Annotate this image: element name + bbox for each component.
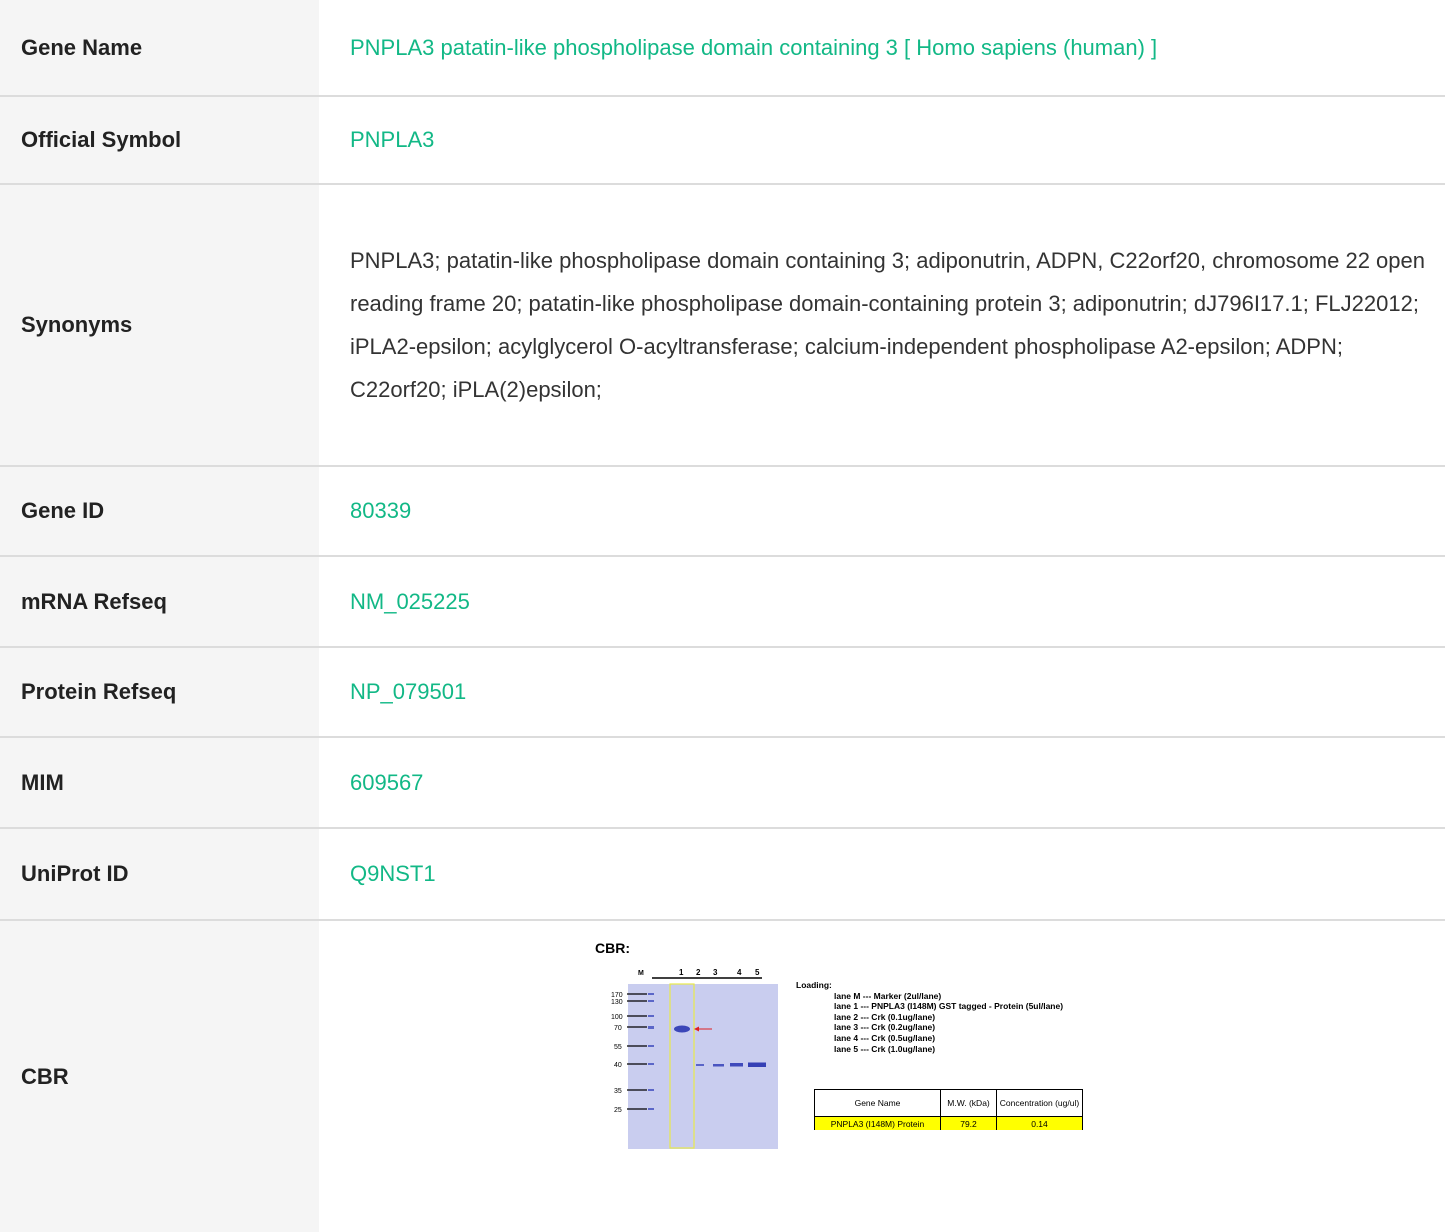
lane4-band bbox=[730, 1063, 743, 1067]
row-mrna-refseq: mRNA Refseq NM_025225 bbox=[0, 556, 1445, 648]
synonyms-text: PNPLA3; patatin-like phospholipase domai… bbox=[350, 248, 1425, 402]
lane-label-4: 4 bbox=[737, 968, 742, 977]
mim-label: MIM bbox=[0, 737, 319, 829]
lane-label-5: 5 bbox=[755, 968, 760, 977]
loading-line-3: lane 3 --- Crk (0.2ug/lane) bbox=[834, 1022, 936, 1033]
lane-label-2: 2 bbox=[696, 968, 701, 977]
mim-link[interactable]: 609567 bbox=[350, 770, 423, 795]
loading-legend: Loading: lane M --- Marker (2ul/lane) la… bbox=[796, 980, 1063, 1054]
protein-refseq-link[interactable]: NP_079501 bbox=[350, 679, 466, 704]
row-mim: MIM 609567 bbox=[0, 737, 1445, 829]
cbr-cell-concentration: 0.14 bbox=[996, 1116, 1083, 1130]
marker-25: 25 bbox=[614, 1107, 622, 1114]
loading-line-5: lane 5 --- Crk (1.0ug/lane) bbox=[834, 1043, 936, 1054]
lane-label-1: 1 bbox=[679, 968, 684, 977]
cbr-summary-table: Gene Name M.W. (kDa) Concentration (ug/u… bbox=[814, 1089, 1083, 1130]
gene-name-label: Gene Name bbox=[0, 0, 319, 97]
lane5-band bbox=[748, 1062, 766, 1067]
gene-name-link[interactable]: PNPLA3 patatin-like phospholipase domain… bbox=[350, 35, 1157, 60]
loading-line-1: lane 1 --- PNPLA3 (I148M) GST tagged - P… bbox=[834, 1001, 1064, 1012]
loading-line-2: lane 2 --- Crk (0.1ug/lane) bbox=[834, 1011, 936, 1022]
marker-100: 100 bbox=[611, 1014, 623, 1021]
row-uniprot-id: UniProt ID Q9NST1 bbox=[0, 828, 1445, 921]
cbr-figure-title: CBR: bbox=[595, 940, 630, 956]
gene-id-link[interactable]: 80339 bbox=[350, 498, 411, 523]
marker-170: 170 bbox=[611, 992, 623, 999]
marker-35: 35 bbox=[614, 1088, 622, 1095]
marker-lane-label: M bbox=[638, 970, 644, 977]
synonyms-label: Synonyms bbox=[0, 184, 319, 467]
row-protein-refseq: Protein Refseq NP_079501 bbox=[0, 647, 1445, 738]
marker-55: 55 bbox=[614, 1044, 622, 1051]
cbr-cell-mw: 79.2 bbox=[940, 1116, 997, 1130]
row-synonyms: Synonyms PNPLA3; patatin-like phospholip… bbox=[0, 184, 1445, 467]
lane-label-3: 3 bbox=[713, 968, 718, 977]
official-symbol-link[interactable]: PNPLA3 bbox=[350, 127, 434, 152]
mrna-refseq-link[interactable]: NM_025225 bbox=[350, 589, 470, 614]
row-gene-name: Gene Name PNPLA3 patatin-like phospholip… bbox=[0, 0, 1445, 97]
cbr-header-mw: M.W. (kDa) bbox=[940, 1089, 997, 1117]
marker-70: 70 bbox=[614, 1025, 622, 1032]
cbr-label: CBR bbox=[0, 920, 319, 1232]
row-official-symbol: Official Symbol PNPLA3 bbox=[0, 96, 1445, 185]
loading-line-4: lane 4 --- Crk (0.5ug/lane) bbox=[834, 1032, 936, 1043]
cbr-header-gene-name: Gene Name bbox=[814, 1089, 941, 1117]
row-cbr: CBR CBR: M 1 2 3 4 5 170 130 100 70 55 4… bbox=[0, 920, 1445, 1232]
lane3-band bbox=[713, 1064, 724, 1067]
loading-heading: Loading: bbox=[796, 980, 832, 990]
official-symbol-label: Official Symbol bbox=[0, 96, 319, 185]
gene-info-table: Gene Name PNPLA3 patatin-like phospholip… bbox=[0, 0, 1445, 1232]
mrna-refseq-label: mRNA Refseq bbox=[0, 556, 319, 648]
lane2-band bbox=[696, 1064, 704, 1066]
cbr-header-concentration: Concentration (ug/ul) bbox=[996, 1089, 1083, 1117]
row-gene-id: Gene ID 80339 bbox=[0, 466, 1445, 557]
gene-id-label: Gene ID bbox=[0, 466, 319, 557]
cbr-figure: CBR: M 1 2 3 4 5 170 130 100 70 55 40 35… bbox=[590, 937, 1112, 1159]
marker-130: 130 bbox=[611, 999, 623, 1006]
marker-40: 40 bbox=[614, 1062, 622, 1069]
cbr-cell-gene-name: PNPLA3 (I148M) Protein bbox=[814, 1116, 941, 1130]
protein-refseq-label: Protein Refseq bbox=[0, 647, 319, 738]
uniprot-id-link[interactable]: Q9NST1 bbox=[350, 861, 436, 886]
lane1-band bbox=[674, 1025, 690, 1033]
loading-line-m: lane M --- Marker (2ul/lane) bbox=[834, 990, 942, 1001]
uniprot-id-label: UniProt ID bbox=[0, 828, 319, 921]
